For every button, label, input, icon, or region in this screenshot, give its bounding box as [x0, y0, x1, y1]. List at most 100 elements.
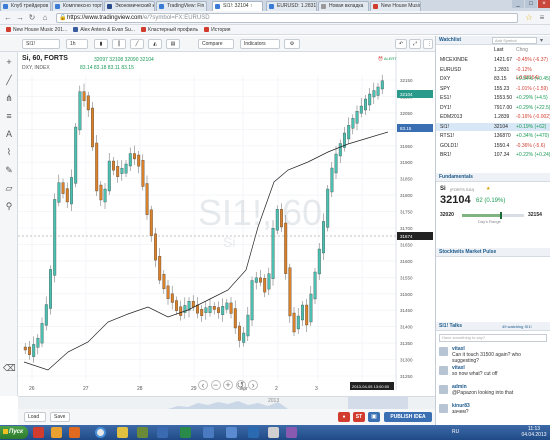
trash-icon[interactable]: ⌫: [3, 362, 16, 374]
area-icon[interactable]: ◭: [148, 39, 162, 49]
clock[interactable]: 11:13 04.04.2013: [520, 426, 548, 438]
browser-tab[interactable]: Новая вкладка: [318, 1, 369, 11]
url-field[interactable]: 🔒 https://www.tradingview.com/e/?symbol=…: [56, 13, 518, 23]
undo-icon[interactable]: ↶: [395, 39, 407, 49]
browser-tab[interactable]: Комплексно торговл: [52, 1, 103, 11]
load-button[interactable]: Load: [24, 412, 46, 422]
avatar[interactable]: [439, 385, 448, 394]
watchlist-row[interactable]: BR1! 107.34 +0.22% (+0.24): [436, 151, 550, 159]
pitchfork-icon[interactable]: ⋔: [3, 92, 15, 104]
watchlist-row[interactable]: DXY 83.15 +0.54% (+0.45): [436, 75, 550, 83]
back-icon[interactable]: ←: [3, 13, 13, 23]
watchlist-row[interactable]: GOLD1! 1550.4 -0.36% (-5.6): [436, 142, 550, 150]
browser-tab[interactable]: New House Music: [370, 1, 421, 11]
reset-icon[interactable]: ↺: [235, 380, 246, 390]
navigator-window[interactable]: [348, 397, 408, 409]
folder-icon[interactable]: [117, 427, 128, 438]
opera-icon[interactable]: [33, 427, 44, 438]
candle-icon[interactable]: ┃: [112, 39, 126, 49]
skype-icon[interactable]: [248, 427, 259, 438]
add-symbol-input[interactable]: Add Symbol: [492, 37, 537, 44]
shapes-icon[interactable]: ▱: [3, 182, 15, 194]
zoom-icon[interactable]: ⚲: [3, 200, 15, 212]
talk-input[interactable]: Have something to say?: [439, 334, 547, 342]
watchlist-row[interactable]: SI1! 32104 +0.19% (+62): [436, 122, 550, 131]
avatar[interactable]: [439, 366, 448, 375]
trendline-icon[interactable]: ╱: [3, 74, 15, 86]
firefox-icon[interactable]: [69, 427, 80, 438]
record-icon[interactable]: ●: [338, 412, 350, 422]
fundamentals-header[interactable]: Fundamentals: [436, 173, 550, 182]
watchlist-row[interactable]: EDM2013 1.2839 -0.16% (-0.002): [436, 113, 550, 121]
menu-icon[interactable]: ≡: [537, 13, 547, 23]
publish-idea-button[interactable]: PUBLISH IDEA: [384, 412, 432, 422]
terminal-icon[interactable]: [203, 427, 214, 438]
home-icon[interactable]: ⌂: [40, 13, 50, 23]
word-icon[interactable]: [157, 427, 168, 438]
snapshot-icon[interactable]: ▣: [368, 412, 380, 422]
zoom-out-icon[interactable]: −: [210, 380, 221, 390]
scroll-left-icon[interactable]: ‹: [198, 380, 208, 390]
alert-button[interactable]: ⏰ ALERT: [378, 56, 397, 61]
bookmark-item[interactable]: Кластерный профиль: [140, 25, 198, 35]
settings-icon[interactable]: ⋮: [423, 39, 433, 49]
navigator-strip[interactable]: [18, 397, 435, 409]
zoom-in-icon[interactable]: +: [223, 380, 234, 390]
close-icon[interactable]: ×: [538, 0, 550, 8]
save-button[interactable]: Save: [50, 412, 70, 422]
fib-icon[interactable]: ≡: [3, 110, 15, 122]
lang-indicator[interactable]: RU: [452, 429, 459, 435]
media-icon[interactable]: [286, 427, 297, 438]
pulse-header[interactable]: Stocktwits Market Pulse: [436, 248, 550, 257]
excel-icon[interactable]: [180, 427, 191, 438]
minimize-icon[interactable]: _: [512, 0, 524, 8]
watchlist-row[interactable]: ES1! 1553.50 +0.29% (+4.5): [436, 94, 550, 102]
avatar[interactable]: [439, 347, 448, 356]
bookmark-item[interactable]: История: [204, 25, 231, 35]
text-icon[interactable]: A: [3, 128, 15, 140]
interval-select[interactable]: 1h: [66, 39, 88, 49]
chart-app-icon[interactable]: [226, 427, 237, 438]
scroll-right-icon[interactable]: ›: [248, 380, 259, 390]
chrome-icon[interactable]: [95, 427, 106, 438]
browser-tab[interactable]: Клуб трейдеров: [0, 1, 51, 11]
chart-pane[interactable]: 3215032100320503200031950319003185031800…: [18, 52, 435, 396]
heikin-icon[interactable]: ▤: [166, 39, 180, 49]
watchlist-row[interactable]: SPY 155.23 -1.01% (-1.59): [436, 85, 550, 93]
indicators-button[interactable]: Indicators: [240, 39, 280, 49]
watchlist-row[interactable]: RTS1! 136870 +0.34% (+470): [436, 132, 550, 140]
browser-tab[interactable]: EURUSD: 1.2831: [266, 1, 317, 11]
talks-header[interactable]: SI1! Talks: [436, 322, 550, 331]
compare-button[interactable]: Compare: [198, 39, 234, 49]
fund-star-icon[interactable]: ★: [486, 186, 490, 192]
symbol-input[interactable]: SI1!: [22, 39, 60, 49]
app-icon[interactable]: [137, 427, 148, 438]
watchlist-row[interactable]: MICEXINDE 1421.67 -0.45% (-6.37): [436, 56, 550, 64]
browser-tab[interactable]: TradingView: Fin: [156, 1, 207, 11]
watchlist-row[interactable]: DY1! 7917.00 +0.29% (+22.5): [436, 104, 550, 112]
browser-tab[interactable]: SI1!: 32104 ↑: [212, 1, 263, 11]
bar-style-icon[interactable]: ▮: [94, 39, 108, 49]
avatar[interactable]: [439, 404, 448, 413]
candle-body: [204, 307, 208, 313]
star-icon[interactable]: ☆: [524, 13, 534, 23]
watchlist-change: +0.29% (+22.5): [516, 104, 550, 111]
line-icon[interactable]: ╱: [130, 39, 144, 49]
reload-icon[interactable]: ↻: [27, 13, 37, 23]
watchlist-row[interactable]: EURUSD 1.2831 -0.12% (-0.00154): [436, 66, 550, 81]
talks-watching[interactable]: 49 watching SI1!: [502, 324, 532, 329]
st-button[interactable]: ST: [353, 412, 365, 422]
templates-icon[interactable]: ⚙: [284, 39, 300, 49]
browser-tab[interactable]: Экономический к: [104, 1, 155, 11]
bookmark-item[interactable]: New House Music 201...: [6, 25, 67, 35]
ie-icon[interactable]: [51, 427, 62, 438]
watchlist-menu-icon[interactable]: ▾: [540, 37, 543, 44]
crosshair-icon[interactable]: +: [3, 56, 15, 68]
maximize-icon[interactable]: □: [525, 0, 537, 8]
brush-icon[interactable]: ✎: [3, 164, 15, 176]
notepad-icon[interactable]: [268, 427, 279, 438]
forward-icon[interactable]: →: [15, 13, 25, 23]
bookmark-item[interactable]: Alex Antero & Evan Su...: [73, 25, 135, 35]
fullscreen-icon[interactable]: ⤢: [409, 39, 421, 49]
pattern-icon[interactable]: ⌇: [3, 146, 15, 158]
